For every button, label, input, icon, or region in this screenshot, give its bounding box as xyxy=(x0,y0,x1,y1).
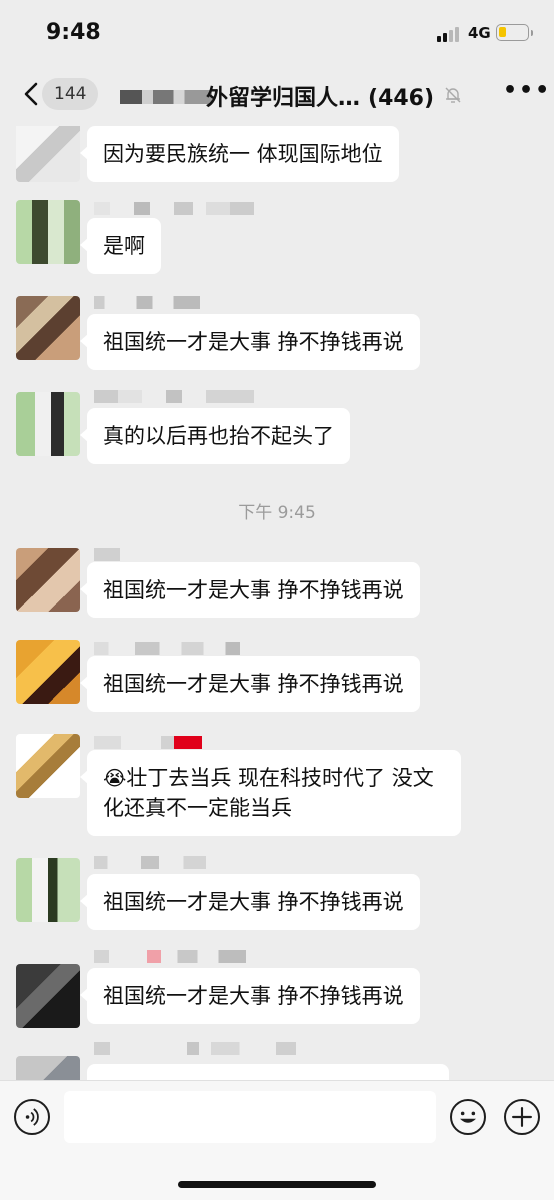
input-bar xyxy=(0,1080,554,1200)
cellular-signal-icon xyxy=(437,26,463,42)
time-divider: 下午 9:45 xyxy=(238,503,316,523)
avatar[interactable] xyxy=(16,126,80,182)
avatar[interactable] xyxy=(16,200,80,264)
message-text: 祖国统一才是大事 挣不挣钱再说 xyxy=(103,578,404,602)
message-text: 祖国统一才是大事 挣不挣钱再说 xyxy=(103,890,404,914)
avatar[interactable] xyxy=(16,734,80,798)
group-name: 外留学归国人… xyxy=(206,86,361,111)
battery-icon xyxy=(496,24,529,41)
sender-name-blurred xyxy=(94,856,206,869)
mute-bell-icon xyxy=(445,87,461,103)
message-bubble[interactable]: 祖国统一才是大事 挣不挣钱再说 xyxy=(80,874,420,930)
message-text: 因为要民族统一 体现国际地位 xyxy=(103,142,383,166)
unread-count-badge[interactable]: 144 xyxy=(42,78,99,110)
message-bubble[interactable]: 祖国统一才是大事 挣不挣钱再说 xyxy=(80,656,420,712)
message-text: 祖国统一才是大事 挣不挣钱再说 xyxy=(103,330,404,354)
message-bubble[interactable]: 因为要民族统一 体现国际地位 xyxy=(80,126,399,182)
sender-name-blurred xyxy=(94,390,254,403)
message-list[interactable]: 因为要民族统一 体现国际地位 是啊 祖国统一才是大事 挣不挣钱再说 真的以后再也… xyxy=(0,126,554,1080)
message-text: 是啊 xyxy=(103,234,145,258)
network-type-label: 4G xyxy=(468,24,491,42)
status-time: 9:48 xyxy=(46,20,101,45)
wechat-group-chat-screen: 9:48 4G 144 外留学归国人… (446) ••• 因为要民族统一 体现… xyxy=(0,0,554,1200)
more-dots-icon[interactable]: ••• xyxy=(503,80,549,106)
sender-name-blurred xyxy=(94,296,200,309)
message-bubble[interactable]: 祖国统一才是大事 挣不挣钱再说 xyxy=(80,968,420,1024)
message-input[interactable] xyxy=(64,1091,436,1143)
message-bubble[interactable]: 祖国统一才是大事 挣不挣钱再说 xyxy=(80,562,420,618)
blurred-group-name-prefix xyxy=(120,90,212,104)
home-indicator xyxy=(178,1181,376,1188)
sender-name-blurred xyxy=(94,642,240,655)
avatar[interactable] xyxy=(16,858,80,922)
message-text: 真的以后再也抬不起头了 xyxy=(103,424,334,448)
message-bubble[interactable]: 是啊 xyxy=(80,218,161,274)
avatar[interactable] xyxy=(16,964,80,1028)
avatar[interactable] xyxy=(16,1056,80,1080)
message-text: 祖国统一才是大事 挣不挣钱再说 xyxy=(103,672,404,696)
sender-name-blurred xyxy=(94,548,120,561)
message-text: 祖国统一才是大事 挣不挣钱再说 xyxy=(103,984,404,1008)
sender-name-blurred xyxy=(94,736,202,749)
emoji-icon[interactable] xyxy=(450,1099,486,1135)
avatar[interactable] xyxy=(16,392,80,456)
voice-icon[interactable] xyxy=(14,1099,50,1135)
message-bubble[interactable]: 祖国统一才是大事 挣不挣钱再说 xyxy=(80,314,420,370)
plus-icon[interactable] xyxy=(504,1099,540,1135)
sender-name-blurred xyxy=(94,950,246,963)
chat-header: 144 外留学归国人… (446) ••• xyxy=(0,62,554,126)
message-bubble[interactable]: 真的以后再也抬不起头了 xyxy=(80,408,350,464)
message-bubble[interactable] xyxy=(87,1064,449,1080)
crying-face-icon: 😭 xyxy=(103,766,127,790)
chat-title: 外留学归国人… (446) xyxy=(206,80,434,112)
member-count: (446) xyxy=(368,86,435,111)
chevron-left-icon[interactable] xyxy=(22,82,40,106)
sender-name-blurred xyxy=(94,1042,296,1055)
message-bubble[interactable]: 😭壮丁去当兵 现在科技时代了 没文化还真不一定能当兵 xyxy=(80,750,461,836)
avatar[interactable] xyxy=(16,548,80,612)
message-text: 壮丁去当兵 现在科技时代了 没文化还真不一定能当兵 xyxy=(103,766,434,820)
avatar[interactable] xyxy=(16,640,80,704)
avatar[interactable] xyxy=(16,296,80,360)
sender-name-blurred xyxy=(94,202,254,215)
status-bar: 9:48 4G xyxy=(0,0,554,62)
